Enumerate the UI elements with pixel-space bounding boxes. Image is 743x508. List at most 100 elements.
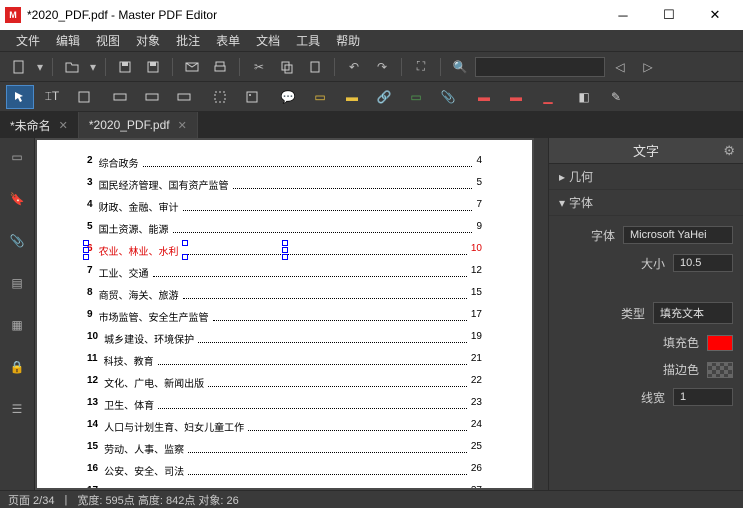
toc-line[interactable]: 7工业、交通12 (87, 265, 482, 280)
menu-object[interactable]: 对象 (128, 32, 168, 49)
comment-tool[interactable]: 💬 (274, 85, 302, 109)
toc-line[interactable]: 3国民经济管理、国有资产监管5 (87, 177, 482, 192)
properties-icon[interactable]: ☰ (6, 398, 28, 420)
prev-icon[interactable]: ◁ (607, 56, 633, 78)
menu-file[interactable]: 文件 (8, 32, 48, 49)
geometry-section[interactable]: ▸几何 (549, 164, 743, 190)
font-value[interactable]: Microsoft YaHei (623, 226, 733, 244)
copy-icon[interactable] (274, 56, 300, 78)
toc-line[interactable]: 10城乡建设、环境保护19 (87, 331, 482, 346)
search-input[interactable] (475, 57, 605, 77)
close-button[interactable]: ✕ (692, 0, 738, 30)
toc-line[interactable]: 4财政、金融、审计7 (87, 199, 482, 214)
stroke-label: 描边色 (663, 361, 699, 378)
note-tool[interactable]: ▭ (306, 85, 334, 109)
toc-line[interactable]: 8商贸、海关、旅游15 (87, 287, 482, 302)
document-tabs: *未命名✕ *2020_PDF.pdf✕ (0, 112, 743, 138)
stamp-tool[interactable]: ▭ (402, 85, 430, 109)
text-edit-tool[interactable]: ⌶T (38, 85, 66, 109)
strikeout-tool[interactable]: ▬ (502, 85, 530, 109)
maximize-button[interactable]: ☐ (646, 0, 692, 30)
menu-edit[interactable]: 编辑 (48, 32, 88, 49)
toc-line[interactable]: 16公安、安全、司法26 (87, 463, 482, 478)
close-icon[interactable]: ✕ (59, 119, 68, 132)
undo-icon[interactable]: ↶ (341, 56, 367, 78)
menu-annotate[interactable]: 批注 (168, 32, 208, 49)
tab-unnamed[interactable]: *未命名✕ (0, 112, 79, 138)
signatures-icon[interactable]: ▦ (6, 314, 28, 336)
attach-tool[interactable]: 📎 (434, 85, 462, 109)
security-icon[interactable]: 🔒 (6, 356, 28, 378)
menubar: 文件 编辑 视图 对象 批注 表单 文档 工具 帮助 (0, 30, 743, 52)
redo-icon[interactable]: ↷ (369, 56, 395, 78)
new-icon[interactable] (6, 56, 32, 78)
main-toolbar: ▾ ▾ ✂ ↶ ↷ ⛶ 🔍 ◁ ▷ (0, 52, 743, 82)
fill-swatch[interactable] (707, 335, 733, 351)
tool-toolbar: ⌶T 💬 ▭ ▬ 🔗 ▭ 📎 ▬ ▬ ▁ ◧ ✎ (0, 82, 743, 112)
font-label: 字体 (591, 227, 615, 244)
toc-line[interactable]: 9市场监管、安全生产监管17 (87, 309, 482, 324)
toc-line[interactable]: 12文化、广电、新闻出版22 (87, 375, 482, 390)
width-label: 线宽 (641, 389, 665, 406)
attachments-icon[interactable]: 📎 (6, 230, 28, 252)
pencil-tool[interactable]: ✎ (602, 85, 630, 109)
document-area[interactable]: 2综合政务4 3国民经济管理、国有资产监管5 4财政、金融、审计7 5国土资源、能源9… (35, 138, 548, 490)
menu-tools[interactable]: 工具 (288, 32, 328, 49)
scrollbar[interactable] (534, 138, 548, 490)
save-icon[interactable] (112, 56, 138, 78)
dropdown-icon[interactable]: ▾ (34, 56, 46, 78)
email-icon[interactable] (179, 56, 205, 78)
next-icon[interactable]: ▷ (635, 56, 661, 78)
size-value[interactable]: 10.5 (673, 254, 733, 272)
thumbnails-icon[interactable]: ▭ (6, 146, 28, 168)
select-tool[interactable] (6, 85, 34, 109)
open-icon[interactable] (59, 56, 85, 78)
minimize-button[interactable]: ─ (600, 0, 646, 30)
width-value[interactable]: 1 (673, 388, 733, 406)
stroke-swatch[interactable] (707, 362, 733, 378)
menu-help[interactable]: 帮助 (328, 32, 368, 49)
toc-line[interactable]: 14人口与计划生育、妇女儿童工作24 (87, 419, 482, 434)
search-icon: 🔍 (447, 56, 473, 78)
toc-line[interactable]: 6农业、林业、水利10 (87, 243, 482, 258)
type-value[interactable]: 填充文本 (653, 302, 733, 324)
highlight-tool[interactable]: ▬ (338, 85, 366, 109)
paste-icon[interactable] (302, 56, 328, 78)
layers-icon[interactable]: ▤ (6, 272, 28, 294)
status-page: 页面 2/34 (8, 492, 54, 508)
menu-document[interactable]: 文档 (248, 32, 288, 49)
toc-line[interactable]: 17民政、扶贫、救灾27 (87, 485, 482, 488)
highlight-text-tool[interactable]: ▬ (470, 85, 498, 109)
menu-form[interactable]: 表单 (208, 32, 248, 49)
size-label: 大小 (641, 255, 665, 272)
toc-line[interactable]: 5国土资源、能源9 (87, 221, 482, 236)
cut-icon[interactable]: ✂ (246, 56, 272, 78)
form-tool-3[interactable] (170, 85, 198, 109)
pdf-page[interactable]: 2综合政务4 3国民经济管理、国有资产监管5 4财政、金融、审计7 5国土资源、能源9… (37, 140, 532, 488)
toc-line[interactable]: 11科技、教育21 (87, 353, 482, 368)
menu-view[interactable]: 视图 (88, 32, 128, 49)
left-sidebar: ▭ 🔖 📎 ▤ ▦ 🔒 ☰ (0, 138, 35, 490)
form-tool-1[interactable] (106, 85, 134, 109)
toc-line[interactable]: 15劳动、人事、监察25 (87, 441, 482, 456)
close-icon[interactable]: ✕ (178, 119, 187, 132)
titlebar: M *2020_PDF.pdf - Master PDF Editor ─ ☐ … (0, 0, 743, 30)
underline-tool[interactable]: ▁ (534, 85, 562, 109)
edit-tool[interactable] (70, 85, 98, 109)
zoom-fit-icon[interactable]: ⛶ (408, 56, 434, 78)
options-icon[interactable]: ⚙ (723, 143, 735, 159)
bookmarks-icon[interactable]: 🔖 (6, 188, 28, 210)
image-tool[interactable] (238, 85, 266, 109)
toc-line[interactable]: 13卫生、体育23 (87, 397, 482, 412)
save-as-icon[interactable] (140, 56, 166, 78)
dropdown-icon[interactable]: ▾ (87, 56, 99, 78)
status-dims: 宽度: 595点 高度: 842点 对象: 26 (77, 492, 238, 508)
link-tool[interactable]: 🔗 (370, 85, 398, 109)
font-section[interactable]: ▾字体 (549, 190, 743, 216)
toc-line[interactable]: 2综合政务4 (87, 155, 482, 170)
select-area-tool[interactable] (206, 85, 234, 109)
eraser-tool[interactable]: ◧ (570, 85, 598, 109)
print-icon[interactable] (207, 56, 233, 78)
form-tool-2[interactable] (138, 85, 166, 109)
tab-2020pdf[interactable]: *2020_PDF.pdf✕ (79, 112, 198, 138)
